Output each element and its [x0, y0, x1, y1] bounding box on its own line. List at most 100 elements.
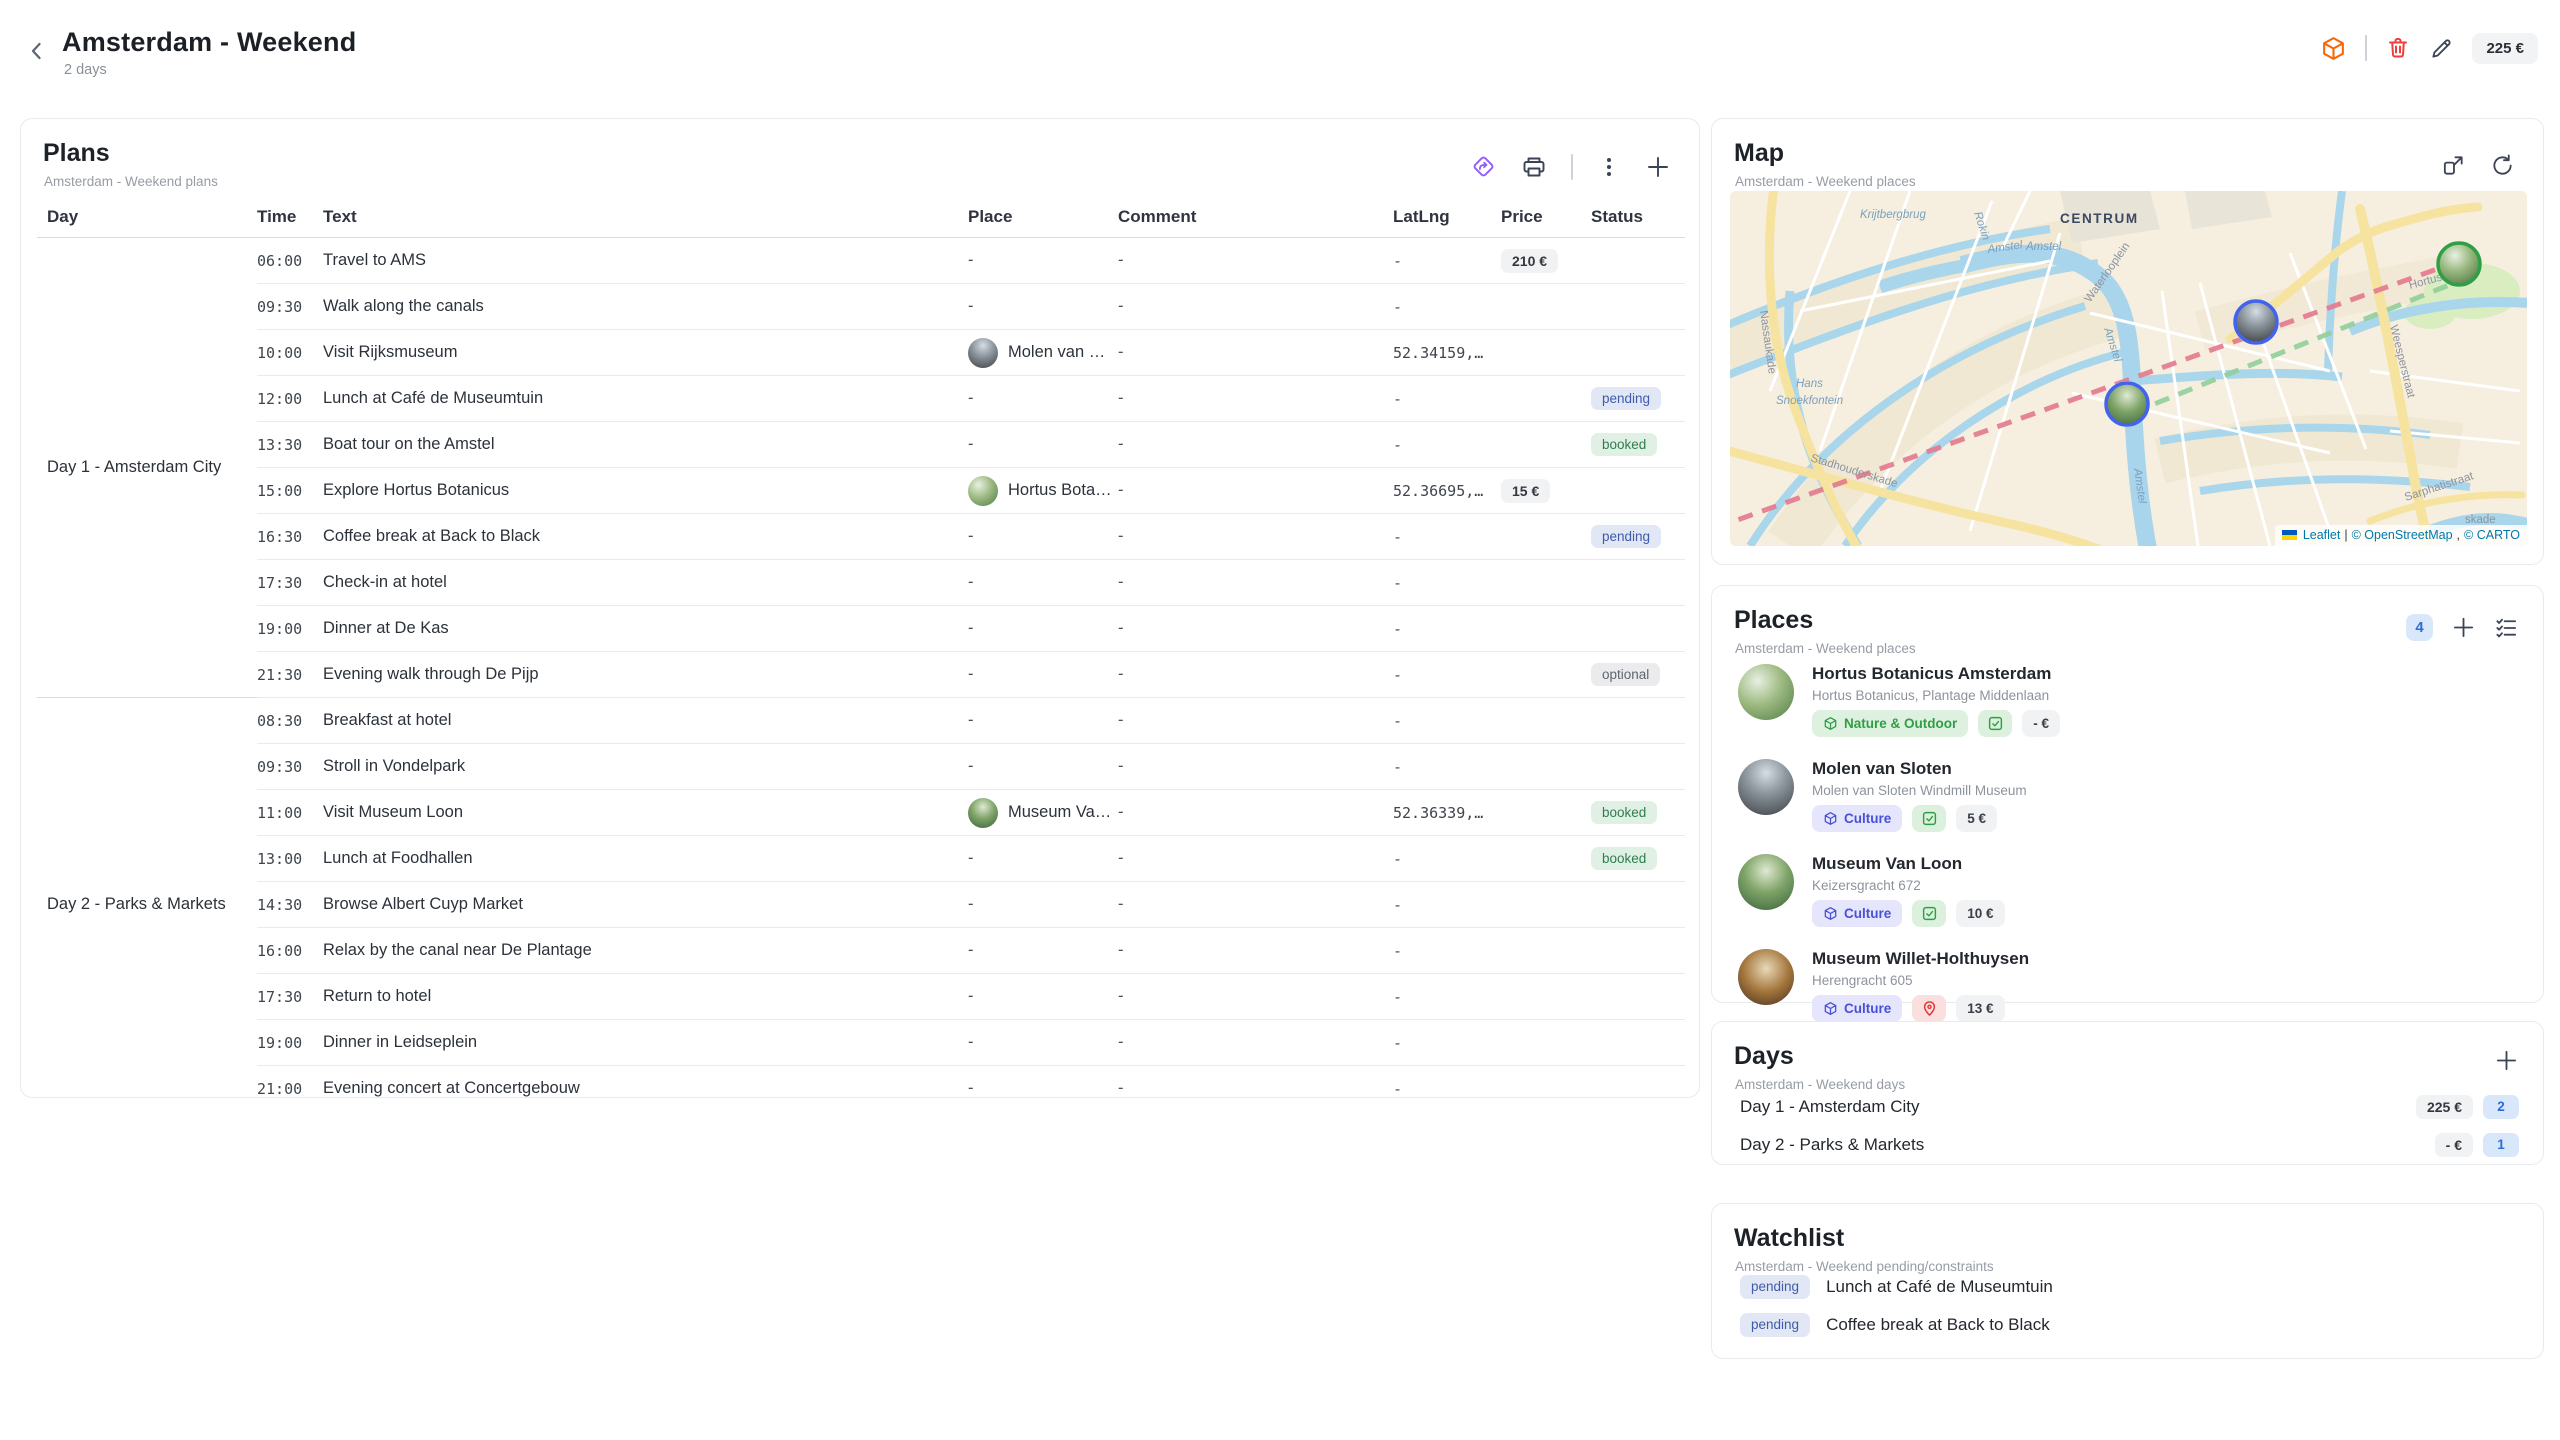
cube-icon	[1823, 716, 1838, 731]
map-place-marker[interactable]	[2436, 241, 2482, 287]
plan-comment: -	[1118, 606, 1393, 652]
place-avatar	[968, 338, 998, 368]
place-avatar	[1738, 949, 1794, 1005]
plan-row[interactable]: 15:00 Explore Hortus Botanicus Hortus Bo…	[37, 468, 1685, 514]
osm-link[interactable]: © OpenStreetMap	[2352, 528, 2453, 542]
status-badge: booked	[1591, 433, 1657, 457]
plan-status	[1591, 1066, 1685, 1112]
plan-text: Boat tour on the Amstel	[323, 422, 968, 468]
plan-comment: -	[1118, 836, 1393, 882]
days-panel: Days Amsterdam - Weekend days Day 1 - Am…	[1711, 1021, 2544, 1165]
plan-time: 12:00	[257, 376, 323, 422]
cube-icon	[2320, 35, 2347, 62]
status-badge: booked	[1591, 801, 1657, 825]
add-plan-button[interactable]	[1645, 154, 1671, 180]
plan-time: 21:00	[257, 1066, 323, 1112]
plan-row[interactable]: 21:30 Evening walk through De Pijp - - -…	[37, 652, 1685, 698]
plan-row[interactable]: 16:00 Relax by the canal near De Plantag…	[37, 928, 1685, 974]
place-address: Herengracht 605	[1812, 973, 2029, 988]
plan-time: 19:00	[257, 1020, 323, 1066]
day-row[interactable]: Day 1 - Amsterdam City 225 € 2	[1732, 1088, 2523, 1126]
plan-comment: -	[1118, 698, 1393, 744]
place-item[interactable]: Molen van Sloten Molen van Sloten Windmi…	[1732, 747, 2523, 842]
plan-row[interactable]: 10:00 Visit Rijksmuseum Molen van … - 52…	[37, 330, 1685, 376]
plan-comment: -	[1118, 1066, 1393, 1112]
plan-row[interactable]: 17:30 Check-in at hotel - - -	[37, 560, 1685, 606]
plan-row[interactable]: 13:00 Lunch at Foodhallen - - - booked	[37, 836, 1685, 882]
trip-total-badge: 225 €	[2472, 33, 2538, 64]
plans-panel: Plans Amsterdam - Weekend plans	[20, 118, 1700, 1098]
plan-row[interactable]: 19:00 Dinner in Leidseplein - - -	[37, 1020, 1685, 1066]
back-button[interactable]	[22, 36, 52, 66]
map-refresh-button[interactable]	[2490, 153, 2515, 178]
print-button[interactable]	[1521, 154, 1547, 180]
plan-comment: -	[1118, 560, 1393, 606]
plan-row[interactable]: 17:30 Return to hotel - - -	[37, 974, 1685, 1020]
place-item[interactable]: Museum Van Loon Keizersgracht 672 Cultur…	[1732, 842, 2523, 937]
plan-row[interactable]: 13:30 Boat tour on the Amstel - - - book…	[37, 422, 1685, 468]
place-avatar	[968, 798, 998, 828]
place-list: Hortus Botanicus Amsterdam Hortus Botani…	[1732, 652, 2523, 1032]
plan-place: -	[968, 1020, 1118, 1066]
map-label: CENTRUM	[2060, 211, 2139, 226]
map-place-marker[interactable]	[2104, 381, 2150, 427]
day-count-badge: 2	[2483, 1095, 2519, 1119]
day-row[interactable]: Day 2 - Parks & Markets - € 1	[1732, 1126, 2523, 1164]
edit-trip-button[interactable]	[2429, 36, 2454, 61]
plan-row[interactable]: 11:00 Visit Museum Loon Museum Va… - 52.…	[37, 790, 1685, 836]
watchlist-item[interactable]: pending Lunch at Café de Museumtuin	[1732, 1268, 2523, 1306]
add-place-button[interactable]	[2451, 615, 2476, 640]
watchlist-text: Coffee break at Back to Black	[1826, 1315, 2050, 1335]
plan-place: -	[968, 376, 1118, 422]
route-button[interactable]	[1470, 153, 1497, 180]
plan-row[interactable]: 16:30 Coffee break at Back to Black - - …	[37, 514, 1685, 560]
plans-menu-button[interactable]	[1597, 155, 1621, 179]
col-comment: Comment	[1118, 197, 1393, 238]
place-name: Museum Willet-Holthuysen	[1812, 949, 2029, 969]
plan-row[interactable]: Day 2 - Parks & Markets 08:30 Breakfast …	[37, 698, 1685, 744]
plan-price: 210 €	[1501, 238, 1591, 284]
export-package-button[interactable]	[2320, 35, 2347, 62]
plan-row[interactable]: 21:00 Evening concert at Concertgebouw -…	[37, 1066, 1685, 1112]
carto-link[interactable]: © CARTO	[2464, 528, 2520, 542]
plan-text: Lunch at Foodhallen	[323, 836, 968, 882]
place-tags: Culture 10 €	[1812, 900, 2005, 927]
plan-text: Walk along the canals	[323, 284, 968, 330]
leaflet-link[interactable]: Leaflet	[2303, 528, 2341, 542]
cube-icon	[1823, 1001, 1838, 1016]
places-list-view-button[interactable]	[2494, 615, 2519, 640]
plan-row[interactable]: 19:00 Dinner at De Kas - - -	[37, 606, 1685, 652]
plan-price	[1501, 606, 1591, 652]
plan-place: -	[968, 974, 1118, 1020]
map-place-marker[interactable]	[2233, 299, 2279, 345]
plan-price	[1501, 652, 1591, 698]
plan-status: booked	[1591, 790, 1685, 836]
plus-icon	[2494, 1048, 2519, 1073]
plan-row[interactable]: 14:30 Browse Albert Cuyp Market - - -	[37, 882, 1685, 928]
day-count-badge: 1	[2483, 1133, 2519, 1157]
plan-time: 06:00	[257, 238, 323, 284]
map-canvas[interactable]: KrijtbergbrugRokinAmstelAmstelCENTRUMWat…	[1730, 191, 2527, 546]
plan-price	[1501, 514, 1591, 560]
place-item[interactable]: Museum Willet-Holthuysen Herengracht 605…	[1732, 937, 2523, 1032]
plan-time: 11:00	[257, 790, 323, 836]
place-item[interactable]: Hortus Botanicus Amsterdam Hortus Botani…	[1732, 652, 2523, 747]
plan-status	[1591, 1020, 1685, 1066]
check-square-icon	[1921, 905, 1938, 922]
plan-time: 16:30	[257, 514, 323, 560]
attribution-separator: |	[2344, 528, 2347, 542]
map-toolbar	[2441, 153, 2515, 178]
watchlist-item[interactable]: pending Coffee break at Back to Black	[1732, 1306, 2523, 1344]
map-expand-button[interactable]	[2441, 153, 2466, 178]
plan-text: Visit Rijksmuseum	[323, 330, 968, 376]
plan-text: Stroll in Vondelpark	[323, 744, 968, 790]
add-day-button[interactable]	[2494, 1048, 2519, 1073]
plan-comment: -	[1118, 284, 1393, 330]
plan-place: -	[968, 422, 1118, 468]
plan-row[interactable]: Day 1 - Amsterdam City 06:00 Travel to A…	[37, 238, 1685, 284]
delete-trip-button[interactable]	[2385, 35, 2411, 61]
plans-header-row: DayTimeTextPlaceCommentLatLngPriceStatus	[37, 197, 1685, 238]
plan-row[interactable]: 09:30 Walk along the canals - - -	[37, 284, 1685, 330]
plan-row[interactable]: 09:30 Stroll in Vondelpark - - -	[37, 744, 1685, 790]
plan-row[interactable]: 12:00 Lunch at Café de Museumtuin - - - …	[37, 376, 1685, 422]
